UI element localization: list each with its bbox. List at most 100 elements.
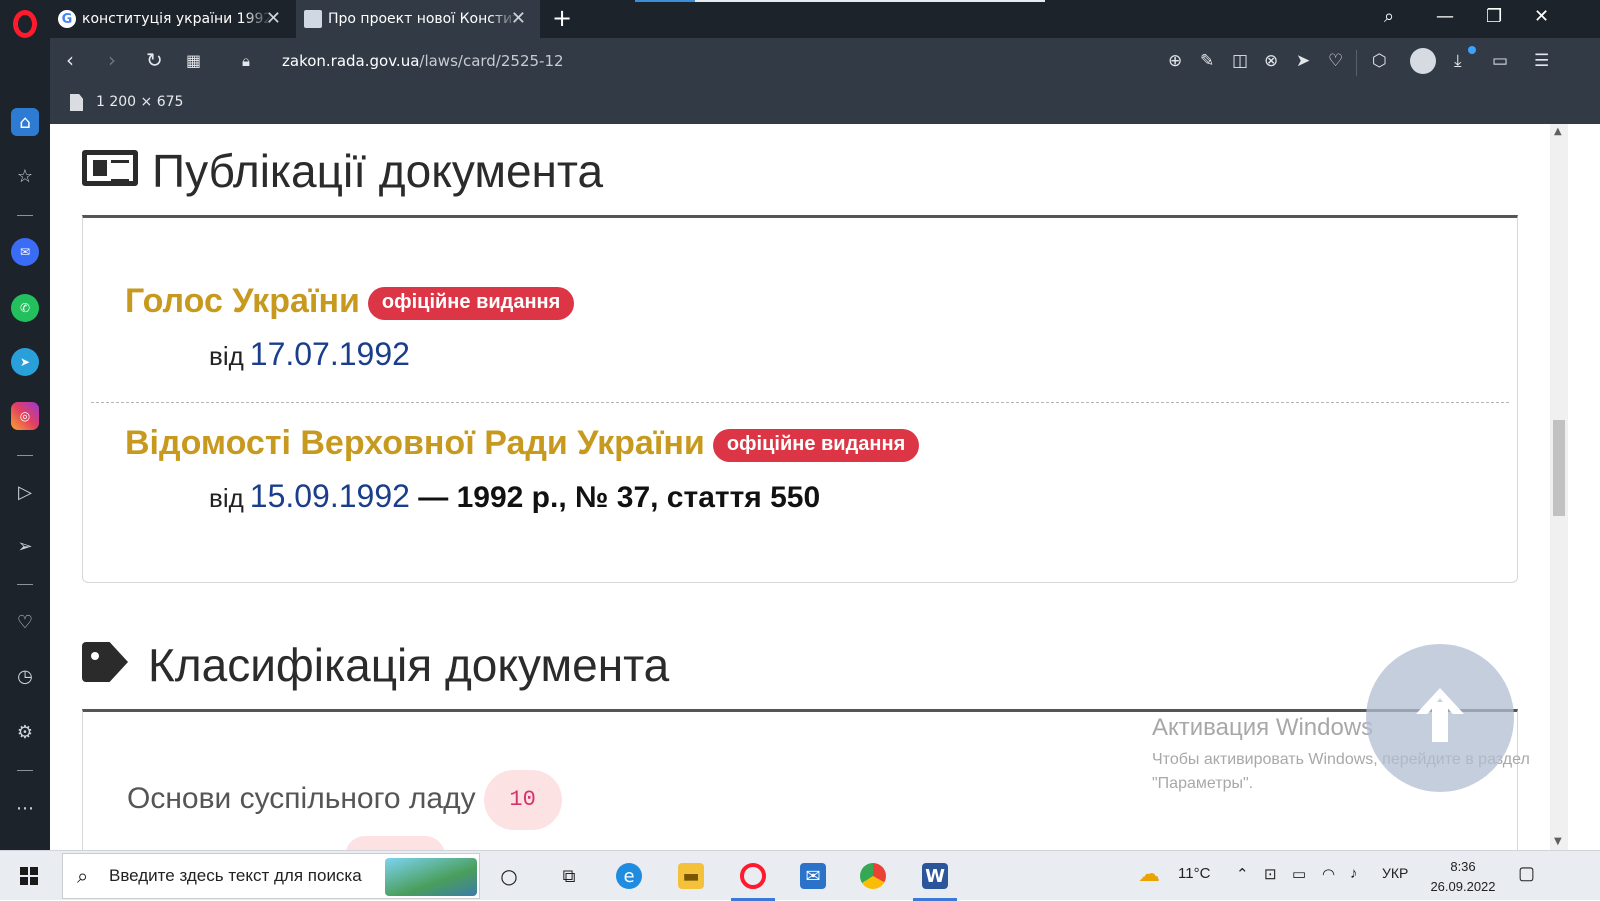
classification-count: 10 — [483, 770, 562, 830]
home-icon[interactable]: ⌂ — [11, 108, 39, 136]
classification-label: Основи суспільного ладу — [127, 781, 476, 815]
language-indicator[interactable]: УКР — [1382, 865, 1408, 881]
taskbar-clock[interactable]: 8:36 26.09.2022 — [1428, 857, 1498, 897]
tray-expand-icon[interactable]: ⌃ — [1236, 865, 1249, 883]
close-window-button[interactable]: ✕ — [1534, 6, 1549, 27]
edge-icon[interactable]: e — [616, 863, 642, 889]
mail-icon[interactable]: ✉ — [800, 863, 826, 889]
download-icon[interactable]: ⤓ — [1454, 51, 1462, 71]
publications-card: Голос України офіційне видання від 17.07.1… — [82, 215, 1518, 583]
publisher-name[interactable]: Відомості Верховної Ради України — [125, 424, 705, 462]
wifi-icon[interactable]: ◠ — [1322, 865, 1335, 883]
publication-item: Відомості Верховної Ради України офіційне… — [125, 424, 920, 463]
restore-button[interactable]: ❐ — [1486, 6, 1502, 27]
tab-rada-law[interactable]: Про проект нової Констит ✕ — [296, 0, 540, 38]
scroll-down-icon[interactable]: ▼ — [1554, 836, 1562, 847]
opera-taskbar-icon[interactable] — [740, 863, 766, 889]
official-badge: офіційне видання — [367, 286, 575, 320]
opera-sidebar: ⌂ ☆ ✉ ✆ ➤ ◎ ▷ ➢ ♡ ◷ ⚙ ⋯ — [0, 38, 50, 850]
newspaper-icon — [82, 150, 138, 186]
search-placeholder: Введите здесь текст для поиска — [109, 866, 362, 885]
chrome-icon[interactable] — [860, 863, 886, 889]
volume-icon[interactable]: ♪ — [1350, 865, 1358, 882]
rada-icon — [304, 10, 322, 28]
camera-icon[interactable]: ◫ — [1232, 51, 1248, 71]
sidebar-divider — [17, 584, 33, 585]
document-icon — [70, 94, 83, 111]
weather-temp[interactable]: 11°C — [1178, 865, 1210, 882]
publication-date-row: від 17.07.1992 — [209, 336, 410, 373]
heart-icon[interactable]: ♡ — [11, 608, 39, 636]
bookmarks-star-icon[interactable]: ☆ — [11, 162, 39, 190]
minimize-button[interactable]: — — [1436, 6, 1454, 27]
meet-now-icon[interactable]: ⊡ — [1264, 865, 1277, 883]
adblock-icon[interactable]: ⊗ — [1264, 51, 1278, 71]
publication-date-link[interactable]: 17.07.1992 — [250, 336, 410, 372]
settings-gear-icon[interactable]: ⚙ — [11, 718, 39, 746]
history-clock-icon[interactable]: ◷ — [11, 662, 39, 690]
new-tab-button[interactable]: + — [552, 4, 572, 32]
scroll-up-icon[interactable]: ▲ — [1554, 126, 1562, 137]
windows-taskbar: ⌕ Введите здесь текст для поиска ○ ⧉ e ▬… — [0, 850, 1600, 901]
divider — [1356, 50, 1357, 76]
heart-icon[interactable]: ♡ — [1328, 51, 1343, 71]
whatsapp-icon[interactable]: ✆ — [11, 294, 39, 322]
official-badge: офіційне видання — [712, 428, 920, 462]
extensions-icon[interactable]: ⬡ — [1372, 51, 1387, 71]
close-tab-icon[interactable]: ✕ — [266, 8, 281, 29]
url-field[interactable]: zakon.rada.gov.ua/laws/card/2525-12 — [282, 52, 564, 70]
my-flow-icon[interactable]: ➢ — [11, 532, 39, 560]
classification-item[interactable]: Основи суспільного ладу 10 — [127, 770, 562, 830]
tab-google-search[interactable]: G конституція україни 1992 - ✕ — [50, 0, 295, 38]
image-info-bar: 1 200 × 675 — [50, 86, 1600, 124]
zoom-icon[interactable]: ⊕ — [1168, 51, 1182, 71]
lock-icon[interactable]: 🔒︎ — [242, 52, 250, 70]
classification-heading: Класифікація документа — [148, 639, 670, 691]
publications-heading: Публікації документа — [152, 145, 604, 197]
send-icon[interactable]: ➤ — [1296, 51, 1310, 71]
tabs-grid-icon[interactable]: ▦ — [186, 51, 201, 70]
classification-count — [345, 836, 445, 850]
notifications-icon[interactable]: ▢ — [1518, 863, 1535, 884]
telegram-icon[interactable]: ➤ — [11, 348, 39, 376]
easy-setup-icon[interactable]: ☰ — [1534, 51, 1549, 71]
more-icon[interactable]: ⋯ — [11, 794, 39, 822]
from-label: від — [209, 341, 244, 371]
file-explorer-icon[interactable]: ▬ — [678, 863, 704, 889]
profile-avatar[interactable] — [1410, 48, 1436, 74]
battery-saver-icon[interactable]: ▭ — [1492, 51, 1508, 71]
search-highlight-image — [385, 858, 477, 896]
publisher-name[interactable]: Голос України — [125, 282, 360, 320]
loading-indicator — [635, 0, 695, 2]
close-tab-icon[interactable]: ✕ — [511, 8, 526, 29]
clock-time: 8:36 — [1450, 859, 1476, 874]
sidebar-divider — [17, 215, 33, 216]
scroll-to-top-button[interactable] — [1366, 644, 1514, 792]
messenger-icon[interactable]: ✉ — [11, 238, 39, 266]
tab-title: Про проект нової Констит — [328, 11, 518, 27]
edit-icon[interactable]: ✎ — [1200, 51, 1214, 71]
tab-search-icon[interactable]: ⌕ — [1384, 6, 1394, 27]
taskbar-search[interactable]: ⌕ Введите здесь текст для поиска — [62, 853, 480, 899]
task-view-icon[interactable]: ⧉ — [556, 863, 582, 889]
search-icon: ⌕ — [77, 864, 89, 888]
battery-icon[interactable]: ▭ — [1292, 865, 1306, 883]
weather-icon[interactable]: ☁ — [1138, 861, 1160, 887]
instagram-icon[interactable]: ◎ — [11, 402, 39, 430]
publication-date-link[interactable]: 15.09.1992 — [250, 478, 410, 514]
back-button[interactable]: ‹ — [66, 48, 74, 72]
reload-button[interactable]: ↻ — [146, 48, 163, 72]
clock-date: 26.09.2022 — [1430, 879, 1496, 894]
word-icon[interactable]: W — [922, 863, 948, 889]
from-label: від — [209, 483, 244, 513]
opera-logo-icon — [13, 10, 37, 38]
sidebar-divider — [17, 770, 33, 771]
address-bar: ‹ › ↻ ▦ 🔒︎ zakon.rada.gov.ua/laws/card/2… — [50, 38, 1600, 86]
windows-start-button[interactable] — [20, 867, 38, 885]
player-icon[interactable]: ▷ — [11, 478, 39, 506]
forward-button[interactable]: › — [108, 48, 116, 72]
scrollbar-thumb[interactable] — [1553, 420, 1565, 516]
google-icon: G — [58, 10, 76, 28]
page-scrollbar[interactable]: ▲ ▼ — [1550, 124, 1568, 850]
cortana-icon[interactable]: ○ — [496, 863, 522, 889]
